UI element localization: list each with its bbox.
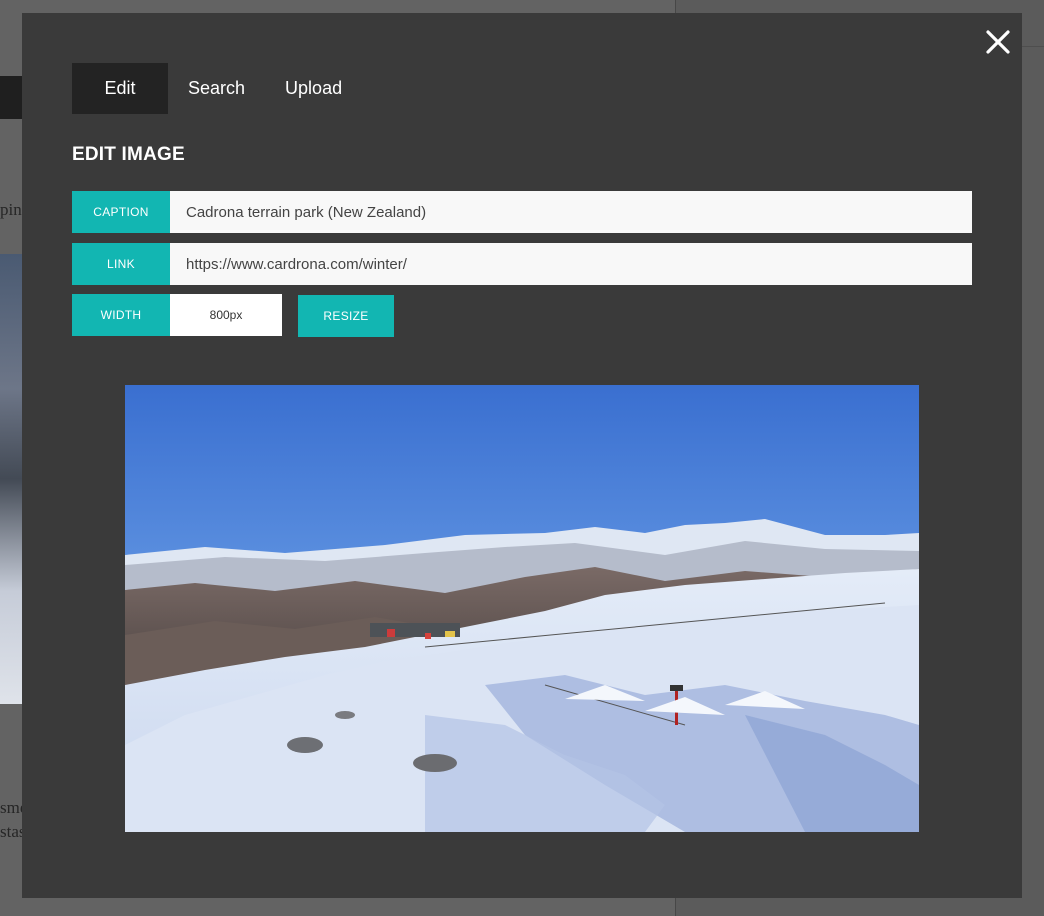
background-text: stas bbox=[0, 822, 22, 841]
image-preview bbox=[125, 385, 919, 832]
caption-label: CAPTION bbox=[72, 191, 170, 233]
tab-upload[interactable]: Upload bbox=[265, 63, 362, 114]
background-photo bbox=[0, 254, 22, 704]
ski-slope-photo bbox=[125, 385, 919, 832]
width-label: WIDTH bbox=[72, 294, 170, 336]
resize-button[interactable]: RESIZE bbox=[298, 295, 394, 337]
background-toolbar bbox=[0, 76, 22, 119]
tab-search[interactable]: Search bbox=[168, 63, 265, 114]
close-icon bbox=[986, 30, 1010, 54]
width-input[interactable] bbox=[170, 294, 282, 336]
edit-image-modal: Edit Search Upload EDIT IMAGE CAPTION LI… bbox=[22, 13, 1022, 898]
link-input[interactable] bbox=[170, 243, 972, 285]
caption-row: CAPTION bbox=[72, 191, 972, 233]
link-row: LINK bbox=[72, 243, 972, 285]
section-title: EDIT IMAGE bbox=[72, 144, 185, 165]
link-label: LINK bbox=[72, 243, 170, 285]
tab-edit[interactable]: Edit bbox=[72, 63, 168, 114]
close-button[interactable] bbox=[977, 21, 1019, 63]
modal-tabs: Edit Search Upload bbox=[72, 63, 362, 114]
background-text: ping bbox=[0, 200, 22, 219]
width-row: WIDTH bbox=[72, 294, 282, 336]
caption-input[interactable] bbox=[170, 191, 972, 233]
background-text: sme bbox=[0, 798, 22, 817]
